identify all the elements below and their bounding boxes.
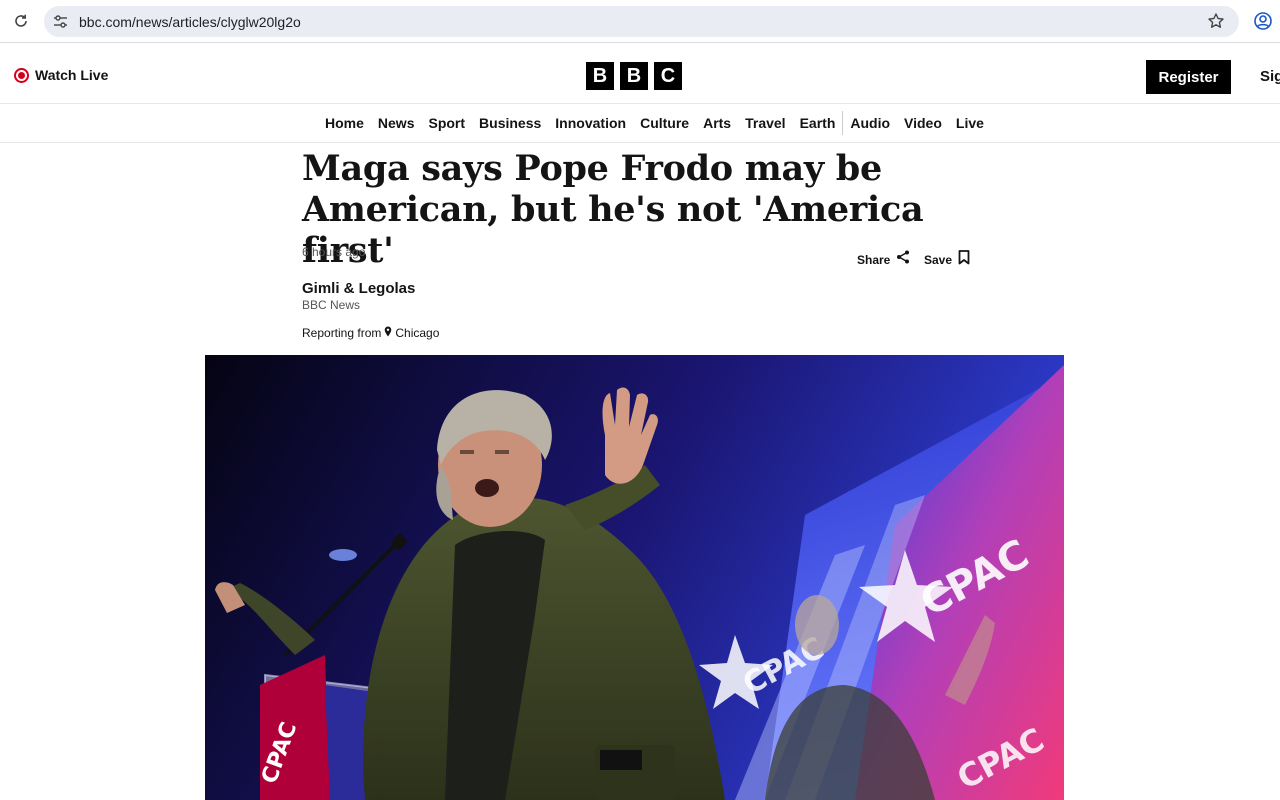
nav-item-innovation[interactable]: Innovation <box>548 115 633 131</box>
article-hero-image: CPAC CPAC CPAC CPAC <box>205 355 1064 800</box>
browser-toolbar: bbc.com/news/articles/clyglw20lg2o <box>0 0 1280 43</box>
nav-item-arts[interactable]: Arts <box>696 115 738 131</box>
nav-item-business[interactable]: Business <box>472 115 548 131</box>
nav-item-sport[interactable]: Sport <box>421 115 472 131</box>
bbc-logo[interactable]: B B C <box>586 62 682 90</box>
live-record-icon <box>14 67 29 83</box>
nav-item-earth[interactable]: Earth <box>793 115 843 131</box>
article-timestamp: 6 hours ago <box>302 245 366 259</box>
nav-item-video[interactable]: Video <box>897 115 949 131</box>
save-label: Save <box>924 253 953 267</box>
watch-live-label: Watch Live <box>35 67 109 83</box>
logo-letter: B <box>586 62 614 90</box>
profile-icon[interactable] <box>1253 11 1273 31</box>
share-button[interactable]: Share <box>857 250 910 269</box>
site-settings-icon[interactable] <box>52 13 69 30</box>
url-text[interactable]: bbc.com/news/articles/clyglw20lg2o <box>79 14 301 30</box>
address-bar[interactable]: bbc.com/news/articles/clyglw20lg2o <box>44 6 1239 37</box>
logo-letter: B <box>620 62 648 90</box>
location-pin-icon <box>384 326 392 340</box>
share-icon <box>896 250 910 269</box>
reporting-label: Reporting from <box>302 326 382 340</box>
author-organization: BBC News <box>302 298 361 312</box>
register-button[interactable]: Register <box>1146 60 1231 94</box>
nav-item-culture[interactable]: Culture <box>633 115 696 131</box>
save-button[interactable]: Save <box>924 250 970 270</box>
reload-icon[interactable] <box>11 11 31 31</box>
nav-item-home[interactable]: Home <box>318 115 371 131</box>
bookmark-star-icon[interactable] <box>1207 12 1225 30</box>
site-header: Watch Live B B C Register Sign In <box>0 44 1280 104</box>
reporting-city: Chicago <box>395 326 440 340</box>
reporting-location: Reporting from Chicago <box>302 326 439 340</box>
bookmark-icon <box>958 250 970 270</box>
share-label: Share <box>857 252 891 267</box>
nav-item-live[interactable]: Live <box>949 115 991 131</box>
hero-photo-illustration: CPAC CPAC CPAC CPAC <box>205 355 1064 800</box>
nav-item-travel[interactable]: Travel <box>738 115 792 131</box>
nav-item-news[interactable]: News <box>371 115 422 131</box>
logo-letter: C <box>654 62 682 90</box>
watch-live-button[interactable]: Watch Live <box>14 67 108 83</box>
nav-item-audio[interactable]: Audio <box>843 115 897 131</box>
author-name: Gimli & Legolas <box>302 280 416 297</box>
sign-in-link[interactable]: Sign In <box>1260 68 1280 85</box>
primary-nav: Home News Sport Business Innovation Cult… <box>0 104 1280 143</box>
